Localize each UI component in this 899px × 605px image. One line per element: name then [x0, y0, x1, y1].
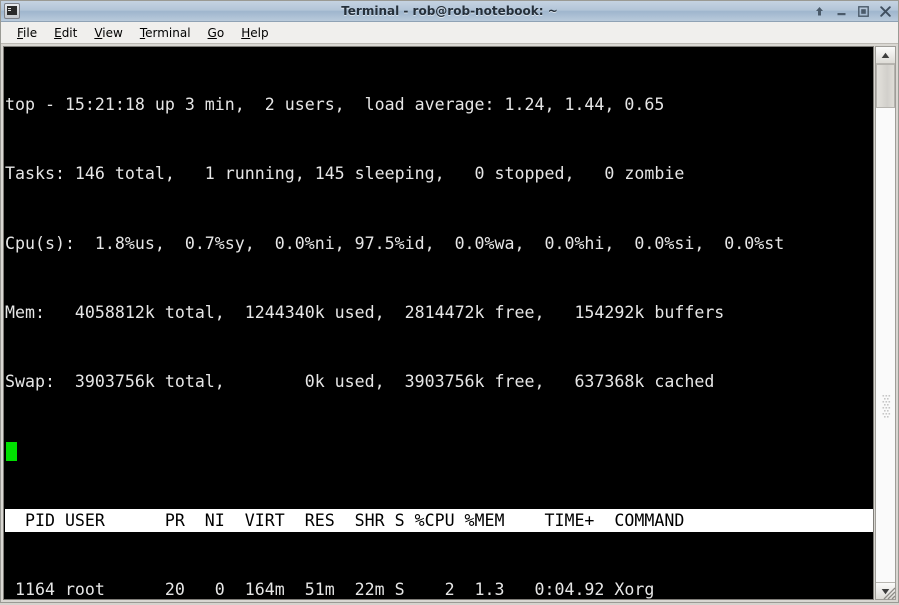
menu-item-go[interactable]: Go — [200, 24, 234, 42]
scrollbar-thumb[interactable] — [876, 64, 895, 108]
scrollbar-grip-icon — [881, 394, 890, 420]
menu-go-rest: o — [216, 25, 225, 40]
menu-view-rest: iew — [102, 25, 123, 40]
scroll-down-icon[interactable] — [876, 582, 895, 599]
menu-item-file[interactable]: File — [9, 24, 46, 42]
terminal-screen[interactable]: top - 15:21:18 up 3 min, 2 users, load a… — [3, 46, 874, 600]
title-bar[interactable]: Terminal - rob@rob-notebook: ~ — [1, 1, 898, 22]
menu-bar: File Edit View Terminal Go Help — [1, 22, 898, 44]
menu-terminal-rest: erminal — [145, 25, 191, 40]
table-row: 1164 root 20 0 164m 51m 22m S 2 1.3 0:04… — [5, 580, 655, 600]
menu-edit-mnemonic: E — [54, 25, 62, 40]
scroll-up-icon[interactable] — [876, 47, 895, 64]
scrollbar-track[interactable] — [876, 64, 895, 582]
top-output: top - 15:21:18 up 3 min, 2 users, load a… — [4, 47, 873, 600]
window-title: Terminal - rob@rob-notebook: ~ — [341, 4, 558, 18]
menu-go-mnemonic: G — [207, 25, 217, 40]
cpu-summary-line: Cpu(s): 1.8%us, 0.7%sy, 0.0%ni, 97.5%id,… — [5, 233, 785, 253]
mem-summary-line: Mem: 4058812k total, 1244340k used, 2814… — [5, 303, 725, 323]
menu-help-rest: elp — [250, 25, 269, 40]
menu-item-view[interactable]: View — [86, 24, 131, 42]
menu-file-rest: ile — [23, 25, 38, 40]
minimize-button[interactable] — [835, 5, 848, 18]
window-buttons — [813, 5, 892, 18]
menu-item-help[interactable]: Help — [233, 24, 277, 42]
terminal-icon — [4, 3, 20, 19]
menu-edit-rest: dit — [61, 25, 78, 40]
maximize-button[interactable] — [857, 5, 870, 18]
menu-item-terminal[interactable]: Terminal — [132, 24, 200, 42]
terminal-window: Terminal - rob@rob-notebook: ~ File Edit… — [0, 0, 899, 603]
terminal-scrollbar[interactable] — [875, 46, 896, 600]
text-cursor — [6, 441, 17, 461]
menu-help-mnemonic: H — [241, 25, 251, 40]
tasks-summary-line: Tasks: 146 total, 1 running, 145 sleepin… — [5, 164, 685, 184]
swap-summary-line: Swap: 3903756k total, 0k used, 3903756k … — [5, 372, 715, 392]
top-summary-line: top - 15:21:18 up 3 min, 2 users, load a… — [5, 95, 665, 115]
process-table-header: PID USER PR NI VIRT RES SHR S %CPU %MEM … — [5, 508, 873, 532]
menu-item-edit[interactable]: Edit — [46, 24, 86, 42]
close-button[interactable] — [879, 5, 892, 18]
shade-button[interactable] — [813, 5, 826, 18]
terminal-body: top - 15:21:18 up 3 min, 2 users, load a… — [1, 44, 898, 602]
cursor-line — [5, 440, 873, 463]
